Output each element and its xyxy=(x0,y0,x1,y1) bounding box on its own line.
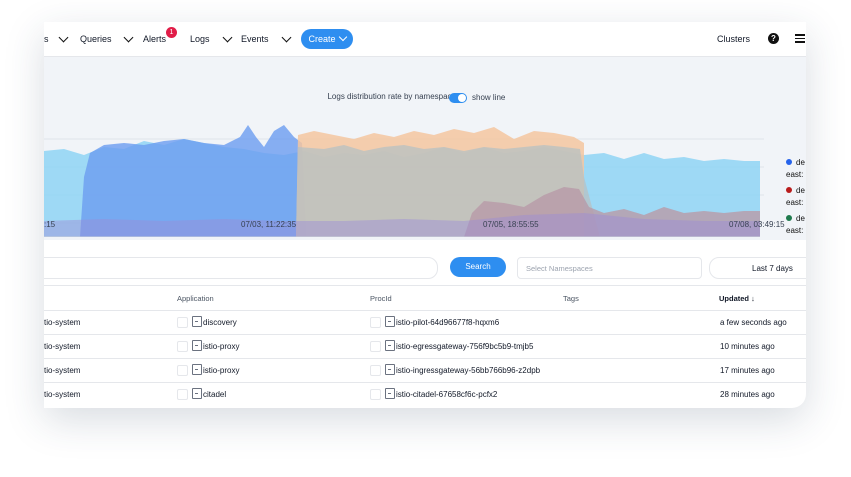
document-icon xyxy=(385,316,395,327)
top-navigation-bar: s Queries Alerts 1 Logs Events Create Cl… xyxy=(44,22,806,57)
checkbox[interactable] xyxy=(177,389,188,400)
cell-namespace: tio-system xyxy=(44,366,81,375)
checkbox[interactable] xyxy=(177,317,188,328)
table-row[interactable]: tio-system discovery istio-pilot-64d9667… xyxy=(44,310,806,334)
checkbox[interactable] xyxy=(370,341,381,352)
cell-procid: istio-ingressgateway-56bb766b96-z2dpb xyxy=(396,366,541,375)
cell-procid: istio-pilot-64d96677f8-hqxm6 xyxy=(396,318,500,327)
x-axis-tick-label: 07/08, 03:49:15 xyxy=(729,220,785,229)
legend-entry[interactable]: de east: xyxy=(786,185,805,209)
checkbox[interactable] xyxy=(177,365,188,376)
document-icon xyxy=(192,316,202,327)
date-range-select[interactable]: Last 7 days xyxy=(709,257,806,279)
chevron-down-icon[interactable] xyxy=(222,32,232,42)
chevron-down-icon[interactable] xyxy=(58,32,68,42)
chevron-down-icon[interactable] xyxy=(123,32,133,42)
checkbox[interactable] xyxy=(370,389,381,400)
table-row[interactable]: tio-system citadel istio-citadel-67658cf… xyxy=(44,382,806,406)
checkbox[interactable] xyxy=(370,317,381,328)
nav-item-logs[interactable]: Logs xyxy=(190,22,232,56)
nav-item-events[interactable]: Events xyxy=(241,22,291,56)
help-icon[interactable]: ? xyxy=(768,33,779,44)
column-header-procid[interactable]: ProcId xyxy=(370,294,392,303)
show-line-label: show line xyxy=(472,93,506,102)
document-icon xyxy=(192,364,202,375)
date-range-value: Last 7 days xyxy=(752,264,793,273)
namespace-select-placeholder: Select Namespaces xyxy=(526,264,593,273)
search-input[interactable] xyxy=(44,257,438,279)
column-header-tags[interactable]: Tags xyxy=(563,294,579,303)
show-line-toggle[interactable] xyxy=(449,93,467,103)
search-button[interactable]: Search xyxy=(450,257,506,277)
legend-dot-icon xyxy=(786,215,792,221)
x-axis-tick-label: :15 xyxy=(44,220,56,229)
checkbox[interactable] xyxy=(370,365,381,376)
column-header-application[interactable]: Application xyxy=(177,294,214,303)
cell-procid: istio-egressgateway-756f9bc5b9-tmjb5 xyxy=(396,342,534,351)
cell-updated: a few seconds ago xyxy=(720,318,787,327)
chevron-down-icon[interactable] xyxy=(281,32,291,42)
nav-item-clusters[interactable]: Clusters xyxy=(717,22,750,56)
legend-entry[interactable]: de east: xyxy=(786,157,805,181)
legend-dot-icon xyxy=(786,159,792,165)
document-icon xyxy=(385,388,395,399)
legend-entry[interactable]: de east: xyxy=(786,213,805,237)
chart-title: Logs distribution rate by namespace xyxy=(327,92,456,101)
x-axis-tick-label: 07/05, 18:55:55 xyxy=(483,220,539,229)
logs-distribution-chart-panel: Logs distribution rate by namespace show… xyxy=(44,57,806,240)
column-header-updated[interactable]: Updated ↓ xyxy=(719,294,755,303)
cell-application: citadel xyxy=(203,390,227,399)
document-icon xyxy=(192,340,202,351)
x-axis-tick-label: 07/03, 11:22:35 xyxy=(241,220,297,229)
cell-namespace: tio-system xyxy=(44,390,81,399)
table-row[interactable]: tio-system istio-proxy istio-ingressgate… xyxy=(44,358,806,382)
create-button[interactable]: Create xyxy=(301,29,353,49)
settings-sliders-icon[interactable] xyxy=(795,34,805,43)
cell-application: discovery xyxy=(203,318,237,327)
namespace-select[interactable]: Select Namespaces xyxy=(517,257,702,279)
area-chart xyxy=(44,125,764,237)
cell-updated: 17 minutes ago xyxy=(720,366,775,375)
checkbox[interactable] xyxy=(177,341,188,352)
cell-namespace: tio-system xyxy=(44,318,81,327)
search-toolbar: Select Namespaces Last 7 days xyxy=(44,247,806,286)
cell-namespace: tio-system xyxy=(44,342,81,351)
document-icon xyxy=(192,388,202,399)
cell-updated: 28 minutes ago xyxy=(720,390,775,399)
nav-item-queries[interactable]: Queries xyxy=(80,22,133,56)
chevron-down-icon xyxy=(338,32,347,42)
alerts-count-badge: 1 xyxy=(166,27,177,38)
cell-updated: 10 minutes ago xyxy=(720,342,775,351)
app-window: s Queries Alerts 1 Logs Events Create Cl… xyxy=(44,22,806,408)
cell-application: istio-proxy xyxy=(203,342,240,351)
nav-item-partial[interactable]: s xyxy=(44,22,68,56)
cell-application: istio-proxy xyxy=(203,366,240,375)
table-row[interactable]: tio-system istio-proxy istio-egressgatew… xyxy=(44,334,806,358)
document-icon xyxy=(385,364,395,375)
nav-item-alerts[interactable]: Alerts xyxy=(143,22,166,56)
cell-procid: istio-citadel-67658cf6c-pcfx2 xyxy=(396,390,498,399)
legend-dot-icon xyxy=(786,187,792,193)
document-icon xyxy=(385,340,395,351)
